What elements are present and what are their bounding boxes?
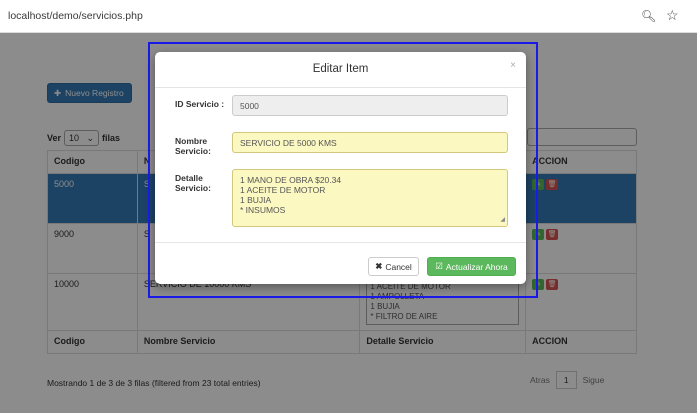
id-field: 5000 (232, 95, 508, 116)
detail-line: 1 BUJIA (240, 195, 272, 205)
resize-grip-icon[interactable]: ◢ (500, 215, 505, 225)
zoom-icon[interactable]: 🔍︎ (641, 9, 656, 23)
detail-field[interactable]: 1 MANO DE OBRA $20.34 1 ACEITE DE MOTOR … (232, 169, 508, 227)
modal-title: Editar Item (312, 63, 369, 75)
cancel-button[interactable]: ✖ Cancel (368, 257, 419, 276)
detail-line: * INSUMOS (240, 205, 286, 215)
update-button[interactable]: ☑ Actualizar Ahora (427, 257, 516, 276)
id-label: ID Servicio : (175, 99, 225, 109)
name-field[interactable]: SERVICIO DE 5000 KMS (232, 132, 508, 153)
modal-header: Editar Item × (155, 52, 526, 88)
close-x-icon: ✖ (375, 261, 383, 271)
bookmark-star-icon[interactable]: ☆ (666, 7, 679, 24)
cancel-label: Cancel (385, 261, 412, 272)
edit-item-modal: Editar Item × ID Servicio : 5000 Nombre … (155, 52, 526, 284)
detail-label: Detalle Servicio: (175, 173, 211, 193)
detail-line: 1 MANO DE OBRA $20.34 (240, 175, 342, 185)
update-label: Actualizar Ahora (445, 261, 508, 272)
modal-footer: ✖ Cancel ☑ Actualizar Ahora (155, 242, 526, 284)
address-bar[interactable]: localhost/demo/servicios.php 🔍︎ ☆ (0, 0, 697, 33)
edit-check-icon: ☑ (435, 261, 443, 271)
name-label: Nombre Servicio: (175, 136, 211, 156)
url-text[interactable]: localhost/demo/servicios.php (8, 10, 143, 22)
close-icon[interactable]: × (510, 60, 516, 71)
detail-line: 1 ACEITE DE MOTOR (240, 185, 326, 195)
